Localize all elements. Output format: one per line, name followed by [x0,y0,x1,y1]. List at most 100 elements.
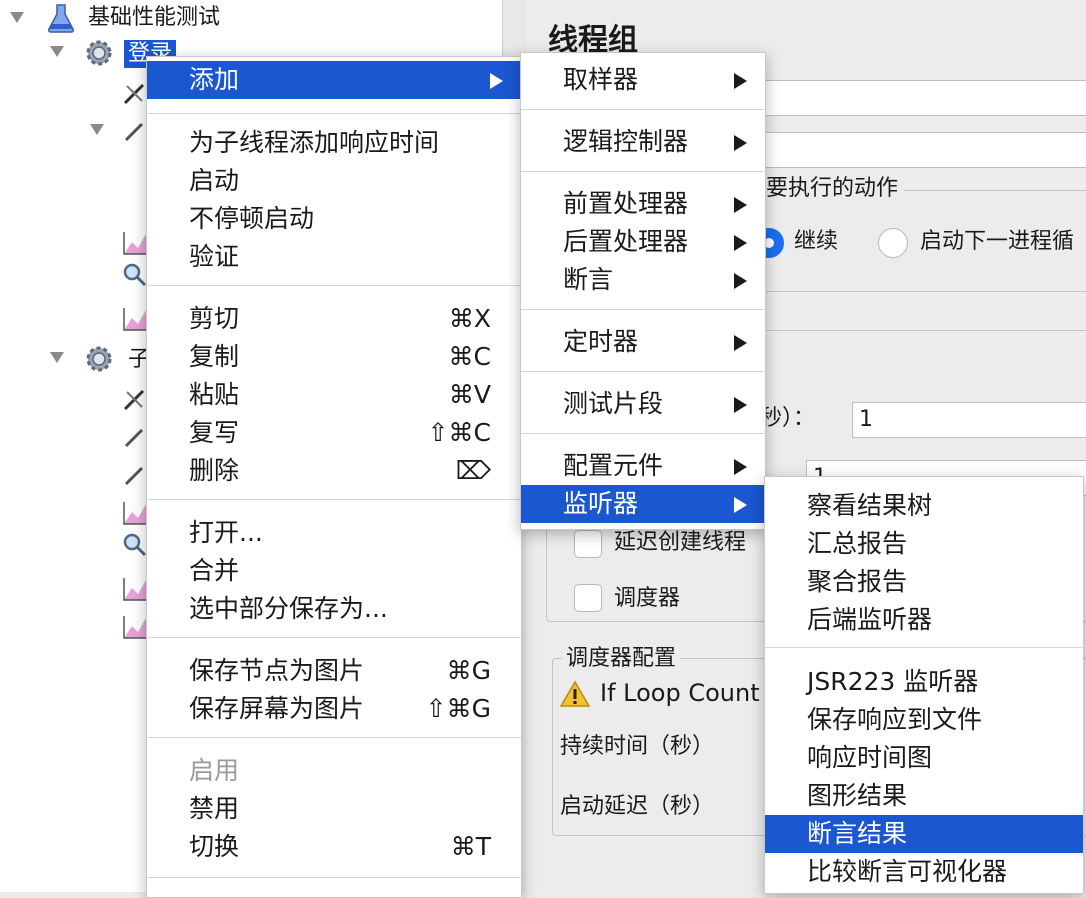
menu-item-shortcut: ⌘X [448,304,491,333]
menu-item-label: 不停顿启动 [189,204,315,233]
ramp-up-input[interactable]: 1 [852,402,1086,438]
menu-item-label: 后置处理器 [563,227,689,256]
menu-item-config-element[interactable]: 配置元件 [521,447,765,485]
menu-item-label: 禁用 [189,794,240,823]
menu-item-sampler[interactable]: 取样器 [521,61,765,99]
menu-item-timer[interactable]: 定时器 [521,323,765,361]
menu-item-label: 监听器 [563,489,639,518]
menu-item-label: 逻辑控制器 [563,127,689,156]
menu-item-label: 配置元件 [563,451,664,480]
expand-triangle-icon[interactable] [10,12,24,23]
menu-item-aggregate-report[interactable]: 聚合报告 [765,563,1083,601]
menu-item-label: 保存屏幕为图片 [189,694,365,723]
expand-triangle-icon[interactable] [50,46,64,57]
menu-item-disable[interactable]: 禁用 [147,790,521,828]
sampler-tool-icon [123,83,145,105]
delay-thread-creation-label: 延迟创建线程 [614,530,747,555]
menu-item-validate[interactable]: 验证 [147,238,521,276]
menu-separator [521,109,765,110]
menu-item-logic-controller[interactable]: 逻辑控制器 [521,123,765,161]
menu-item-post-processor[interactable]: 后置处理器 [521,223,765,261]
menu-item-label: 保存响应到文件 [807,705,983,734]
menu-item-add[interactable]: 添加 [147,61,521,99]
menu-item-label: 断言结果 [807,819,908,848]
menu-item-label: 合并 [189,556,240,585]
menu-separator [765,647,1083,648]
scheduler-config-title: 调度器配置 [562,644,681,674]
menu-item-assertion[interactable]: 断言 [521,261,765,299]
menu-separator [147,285,521,286]
menu-item-merge[interactable]: 合并 [147,552,521,590]
menu-item-shortcut: ⇧⌘G [425,694,491,723]
menu-item-label: 启动 [189,166,240,195]
start-next-loop-label: 启动下一进程循 [920,229,1075,254]
menu-item-save-node-image[interactable]: 保存节点为图片 ⌘G [147,652,521,690]
tree-context-menu: 添加 为子线程添加响应时间 启动 不停顿启动 验证 剪切 ⌘X 复制 ⌘C 粘贴 ⌘V… [146,56,522,898]
menu-item-label: 断言 [563,265,614,294]
menu-item-summary-report[interactable]: 汇总报告 [765,525,1083,563]
menu-item-response-time-graph[interactable]: 响应时间图 [765,739,1083,777]
menu-separator [147,737,521,738]
menu-item-open[interactable]: 打开... [147,514,521,552]
menu-separator [147,877,521,878]
controller-pencil-icon [124,428,144,448]
menu-item-backend-listener[interactable]: 后端监听器 [765,601,1083,639]
menu-item-duplicate[interactable]: 复写 ⇧⌘C [147,414,521,452]
menu-item-label: 察看结果树 [807,491,933,520]
menu-item-save-responses-to-file[interactable]: 保存响应到文件 [765,701,1083,739]
expand-triangle-icon[interactable] [50,352,64,363]
listener-graph-icon [123,578,146,601]
menu-item-jsr223-listener[interactable]: JSR223 监听器 [765,663,1083,701]
menu-item-label: 汇总报告 [807,529,908,558]
menu-item-label: 取样器 [563,65,639,94]
expand-triangle-icon[interactable] [90,124,104,135]
sampler-tool-icon [123,389,145,411]
menu-item-label: 切换 [189,832,240,861]
menu-item-label: 为子线程添加响应时间 [189,128,440,157]
scheduler-checkbox[interactable] [574,584,602,612]
start-next-loop-radio[interactable] [878,228,908,258]
controller-pencil-icon [124,122,144,142]
submenu-arrow-icon [734,73,747,89]
name-field[interactable] [758,80,1086,116]
duration-label: 持续时间（秒） [560,734,715,759]
submenu-arrow-icon [734,135,747,151]
listener-graph-icon [123,308,146,331]
ramp-up-label: 秒）： [760,406,816,431]
listener-submenu: 察看结果树 汇总报告 聚合报告 后端监听器 JSR223 监听器 保存响应到文件… [764,476,1084,894]
menu-item-test-fragment[interactable]: 测试片段 [521,385,765,423]
menu-item-paste[interactable]: 粘贴 ⌘V [147,376,521,414]
menu-item-compare-assertion-visualizer[interactable]: 比较断言可视化器 [765,853,1083,891]
tree-root-label[interactable]: 基础性能测试 [88,4,220,32]
submenu-arrow-icon [734,497,747,513]
menu-item-add-response-time[interactable]: 为子线程添加响应时间 [147,124,521,162]
menu-item-pre-processor[interactable]: 前置处理器 [521,185,765,223]
submenu-arrow-icon [734,335,747,351]
menu-item-graph-results[interactable]: 图形结果 [765,777,1083,815]
delay-thread-creation-checkbox[interactable] [574,530,602,558]
menu-item-label: JSR223 监听器 [807,667,979,696]
menu-item-delete[interactable]: 删除 ⌦ [147,452,521,490]
menu-item-copy[interactable]: 复制 ⌘C [147,338,521,376]
comment-field[interactable] [758,132,1086,168]
submenu-arrow-icon [734,235,747,251]
menu-item-label: 保存节点为图片 [189,656,365,685]
submenu-arrow-icon [734,397,747,413]
menu-separator [521,433,765,434]
menu-item-save-selection-as[interactable]: 选中部分保存为... [147,590,521,628]
menu-item-toggle[interactable]: 切换 ⌘T [147,828,521,866]
menu-item-cut[interactable]: 剪切 ⌘X [147,300,521,338]
menu-item-start-no-pause[interactable]: 不停顿启动 [147,200,521,238]
menu-item-save-screen-image[interactable]: 保存屏幕为图片 ⇧⌘G [147,690,521,728]
menu-item-listener[interactable]: 监听器 [521,485,765,523]
menu-separator [147,499,521,500]
submenu-arrow-icon [734,459,747,475]
thread-group-gear-icon [86,346,112,372]
menu-item-assertion-results[interactable]: 断言结果 [765,815,1083,853]
menu-item-view-results-tree[interactable]: 察看结果树 [765,487,1083,525]
menu-item-start[interactable]: 启动 [147,162,521,200]
add-submenu: 取样器 逻辑控制器 前置处理器 后置处理器 断言 定时器 测试片段 配置元件 监… [520,52,766,530]
menu-item-label: 打开... [189,518,263,547]
menu-item-label: 后端监听器 [807,605,933,634]
startup-delay-label: 启动延迟（秒） [560,794,715,819]
